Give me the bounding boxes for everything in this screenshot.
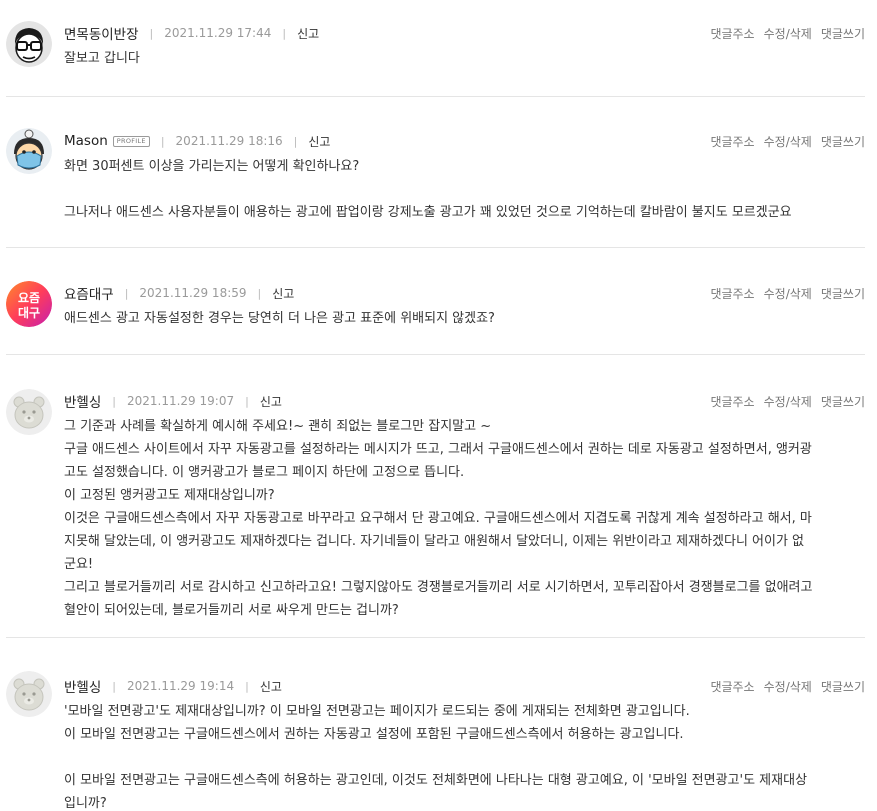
- comment-line: 이 고정된 앵커광고도 제재대상입니까?: [64, 488, 275, 503]
- edit-delete-link[interactable]: 수정/삭제: [764, 133, 812, 150]
- comment-body: 애드센스 광고 자동설정한 경우는 당연히 더 나은 광고 표준에 위배되지 않…: [64, 307, 865, 330]
- reply-link[interactable]: 댓글쓰기: [821, 393, 865, 410]
- comment-item: 반헬싱 | 2021.11.29 19:07 | 신고 댓글주소 수정/삭제 댓…: [6, 355, 865, 638]
- comment-line: 그나저나 애드센스 사용자분들이 애용하는 광고에 팝업이랑 강제노출 광고가 …: [64, 205, 792, 220]
- comment-line: 이 모바일 전면광고는 구글애드센스에서 권하는 자동광고 설정에 포함된 구글…: [64, 727, 684, 742]
- reply-link[interactable]: 댓글쓰기: [821, 25, 865, 42]
- divider: |: [149, 26, 154, 40]
- comment-body: '모바일 전면광고'도 제재대상입니까? 이 모바일 전면광고는 페이지가 로드…: [64, 700, 865, 811]
- report-button[interactable]: 신고: [308, 133, 330, 150]
- comment-author[interactable]: 반헬싱: [64, 391, 101, 411]
- divider: |: [245, 394, 249, 408]
- comment-date: 2021.11.29 18:16: [175, 134, 283, 148]
- comment-item: Mason PROFILE | 2021.11.29 18:16 | 신고 댓글…: [6, 97, 865, 248]
- divider: |: [282, 26, 287, 40]
- logo-text-top: 요즘: [18, 291, 40, 305]
- comment-meta: Mason PROFILE | 2021.11.29 18:16 | 신고 댓글…: [64, 131, 865, 151]
- comment-address-link[interactable]: 댓글주소: [710, 133, 754, 150]
- comment-date: 2021.11.29 19:14: [126, 679, 235, 693]
- comment-line: 화면 30퍼센트 이상을 가리는지는 어떻게 확인하나요?: [64, 159, 360, 174]
- divider: |: [112, 679, 116, 693]
- comment-meta: 반헬싱 | 2021.11.29 19:07 | 신고 댓글주소 수정/삭제 댓…: [64, 391, 865, 411]
- report-button[interactable]: 신고: [297, 25, 319, 42]
- comment-line: [64, 746, 865, 769]
- comment-line: 혈안이 되어있는데, 블로거들끼리 서로 싸우게 만드는 겁니까?: [64, 603, 399, 618]
- comment-address-link[interactable]: 댓글주소: [710, 285, 754, 302]
- reply-link[interactable]: 댓글쓰기: [821, 285, 865, 302]
- comment-line: 입니까?: [64, 796, 107, 811]
- comment-actions: 댓글주소 수정/삭제 댓글쓰기: [710, 133, 865, 150]
- profile-badge[interactable]: PROFILE: [112, 135, 150, 147]
- divider: |: [245, 679, 249, 693]
- edit-delete-link[interactable]: 수정/삭제: [764, 285, 812, 302]
- comment-author[interactable]: 면목동이반장: [64, 23, 139, 43]
- comment-actions: 댓글주소 수정/삭제 댓글쓰기: [710, 25, 865, 42]
- comment-item: 면목동이반장 | 2021.11.29 17:44 | 신고 댓글주소 수정/삭…: [6, 0, 865, 97]
- comment-body: 잘보고 갑니다: [64, 47, 865, 70]
- reply-link[interactable]: 댓글쓰기: [821, 133, 865, 150]
- comment-line: 잘보고 갑니다: [64, 51, 140, 66]
- divider: |: [293, 134, 298, 148]
- comment-actions: 댓글주소 수정/삭제 댓글쓰기: [710, 285, 865, 302]
- comment-line: [64, 178, 865, 201]
- comment-date: 2021.11.29 17:44: [164, 26, 272, 40]
- comment-line: 구글 애드센스 사이트에서 자꾸 자동광고를 설정하라는 메시지가 뜨고, 그래…: [64, 442, 812, 457]
- report-button[interactable]: 신고: [260, 393, 282, 410]
- comment-line: 이 모바일 전면광고는 구글애드센스측에 허용하는 광고인데, 이것도 전체화면…: [64, 773, 808, 788]
- comment-line: '모바일 전면광고'도 제재대상입니까? 이 모바일 전면광고는 페이지가 로드…: [64, 704, 690, 719]
- report-button[interactable]: 신고: [272, 285, 294, 302]
- masked-cartoon-avatar-icon[interactable]: [6, 128, 52, 174]
- comment-meta: 면목동이반장 | 2021.11.29 17:44 | 신고 댓글주소 수정/삭…: [64, 23, 865, 43]
- default-bear-avatar-icon[interactable]: [6, 671, 52, 717]
- comment-body: 그 기준과 사례를 확실하게 예시해 주세요!~ 괜히 죄없는 블로그만 잡지말…: [64, 415, 865, 622]
- yojeum-daegu-logo-icon[interactable]: 요즘 대구: [6, 281, 52, 327]
- comment-actions: 댓글주소 수정/삭제 댓글쓰기: [710, 393, 865, 410]
- comment-actions: 댓글주소 수정/삭제 댓글쓰기: [710, 678, 865, 695]
- comment-author[interactable]: Mason: [64, 133, 108, 149]
- comment-line: 고도 설정했습니다. 이 앵커광고가 블로그 페이지 하단에 고정으로 뜹니다.: [64, 465, 465, 480]
- edit-delete-link[interactable]: 수정/삭제: [764, 25, 812, 42]
- divider: |: [124, 286, 129, 300]
- logo-text-bottom: 대구: [18, 306, 40, 320]
- comment-line: 그 기준과 사례를 확실하게 예시해 주세요!~ 괜히 죄없는 블로그만 잡지말…: [64, 419, 492, 434]
- glasses-cartoon-avatar-icon[interactable]: [6, 21, 52, 67]
- comment-author[interactable]: 반헬싱: [64, 676, 101, 696]
- comment-meta: 요즘대구 | 2021.11.29 18:59 | 신고 댓글주소 수정/삭제 …: [64, 283, 865, 303]
- divider: |: [160, 134, 165, 148]
- comment-address-link[interactable]: 댓글주소: [710, 25, 754, 42]
- comment-body: 화면 30퍼센트 이상을 가리는지는 어떻게 확인하나요? 그나저나 애드센스 …: [64, 155, 865, 224]
- comment-author[interactable]: 요즘대구: [64, 283, 114, 303]
- default-bear-avatar-icon[interactable]: [6, 389, 52, 435]
- comment-line: 그리고 블로거들끼리 서로 감시하고 신고하라고요! 그렇지않아도 경쟁블로거들…: [64, 580, 813, 595]
- comment-address-link[interactable]: 댓글주소: [710, 393, 754, 410]
- comment-meta: 반헬싱 | 2021.11.29 19:14 | 신고 댓글주소 수정/삭제 댓…: [64, 676, 865, 696]
- comment-line: 지못해 달았는데, 이 앵커광고도 제재하겠다는 겁니다. 자기네들이 달라고 …: [64, 534, 805, 549]
- divider: |: [112, 394, 116, 408]
- comment-line: 군요!: [64, 557, 94, 572]
- edit-delete-link[interactable]: 수정/삭제: [764, 393, 812, 410]
- comment-date: 2021.11.29 19:07: [126, 394, 235, 408]
- comment-list: 면목동이반장 | 2021.11.29 17:44 | 신고 댓글주소 수정/삭…: [0, 0, 877, 811]
- reply-link[interactable]: 댓글쓰기: [821, 678, 865, 695]
- comment-item: 반헬싱 | 2021.11.29 19:14 | 신고 댓글주소 수정/삭제 댓…: [6, 638, 865, 811]
- divider: |: [257, 286, 262, 300]
- comment-item: 요즘 대구 요즘대구 | 2021.11.29 18:59 | 신고 댓글주소 …: [6, 248, 865, 355]
- comment-line: 이것은 구글애드센스측에서 자꾸 자동광고로 바꾸라고 요구해서 단 광고예요.…: [64, 511, 812, 526]
- comment-address-link[interactable]: 댓글주소: [710, 678, 754, 695]
- edit-delete-link[interactable]: 수정/삭제: [764, 678, 812, 695]
- comment-date: 2021.11.29 18:59: [139, 286, 247, 300]
- comment-line: 애드센스 광고 자동설정한 경우는 당연히 더 나은 광고 표준에 위배되지 않…: [64, 311, 495, 326]
- report-button[interactable]: 신고: [260, 678, 282, 695]
